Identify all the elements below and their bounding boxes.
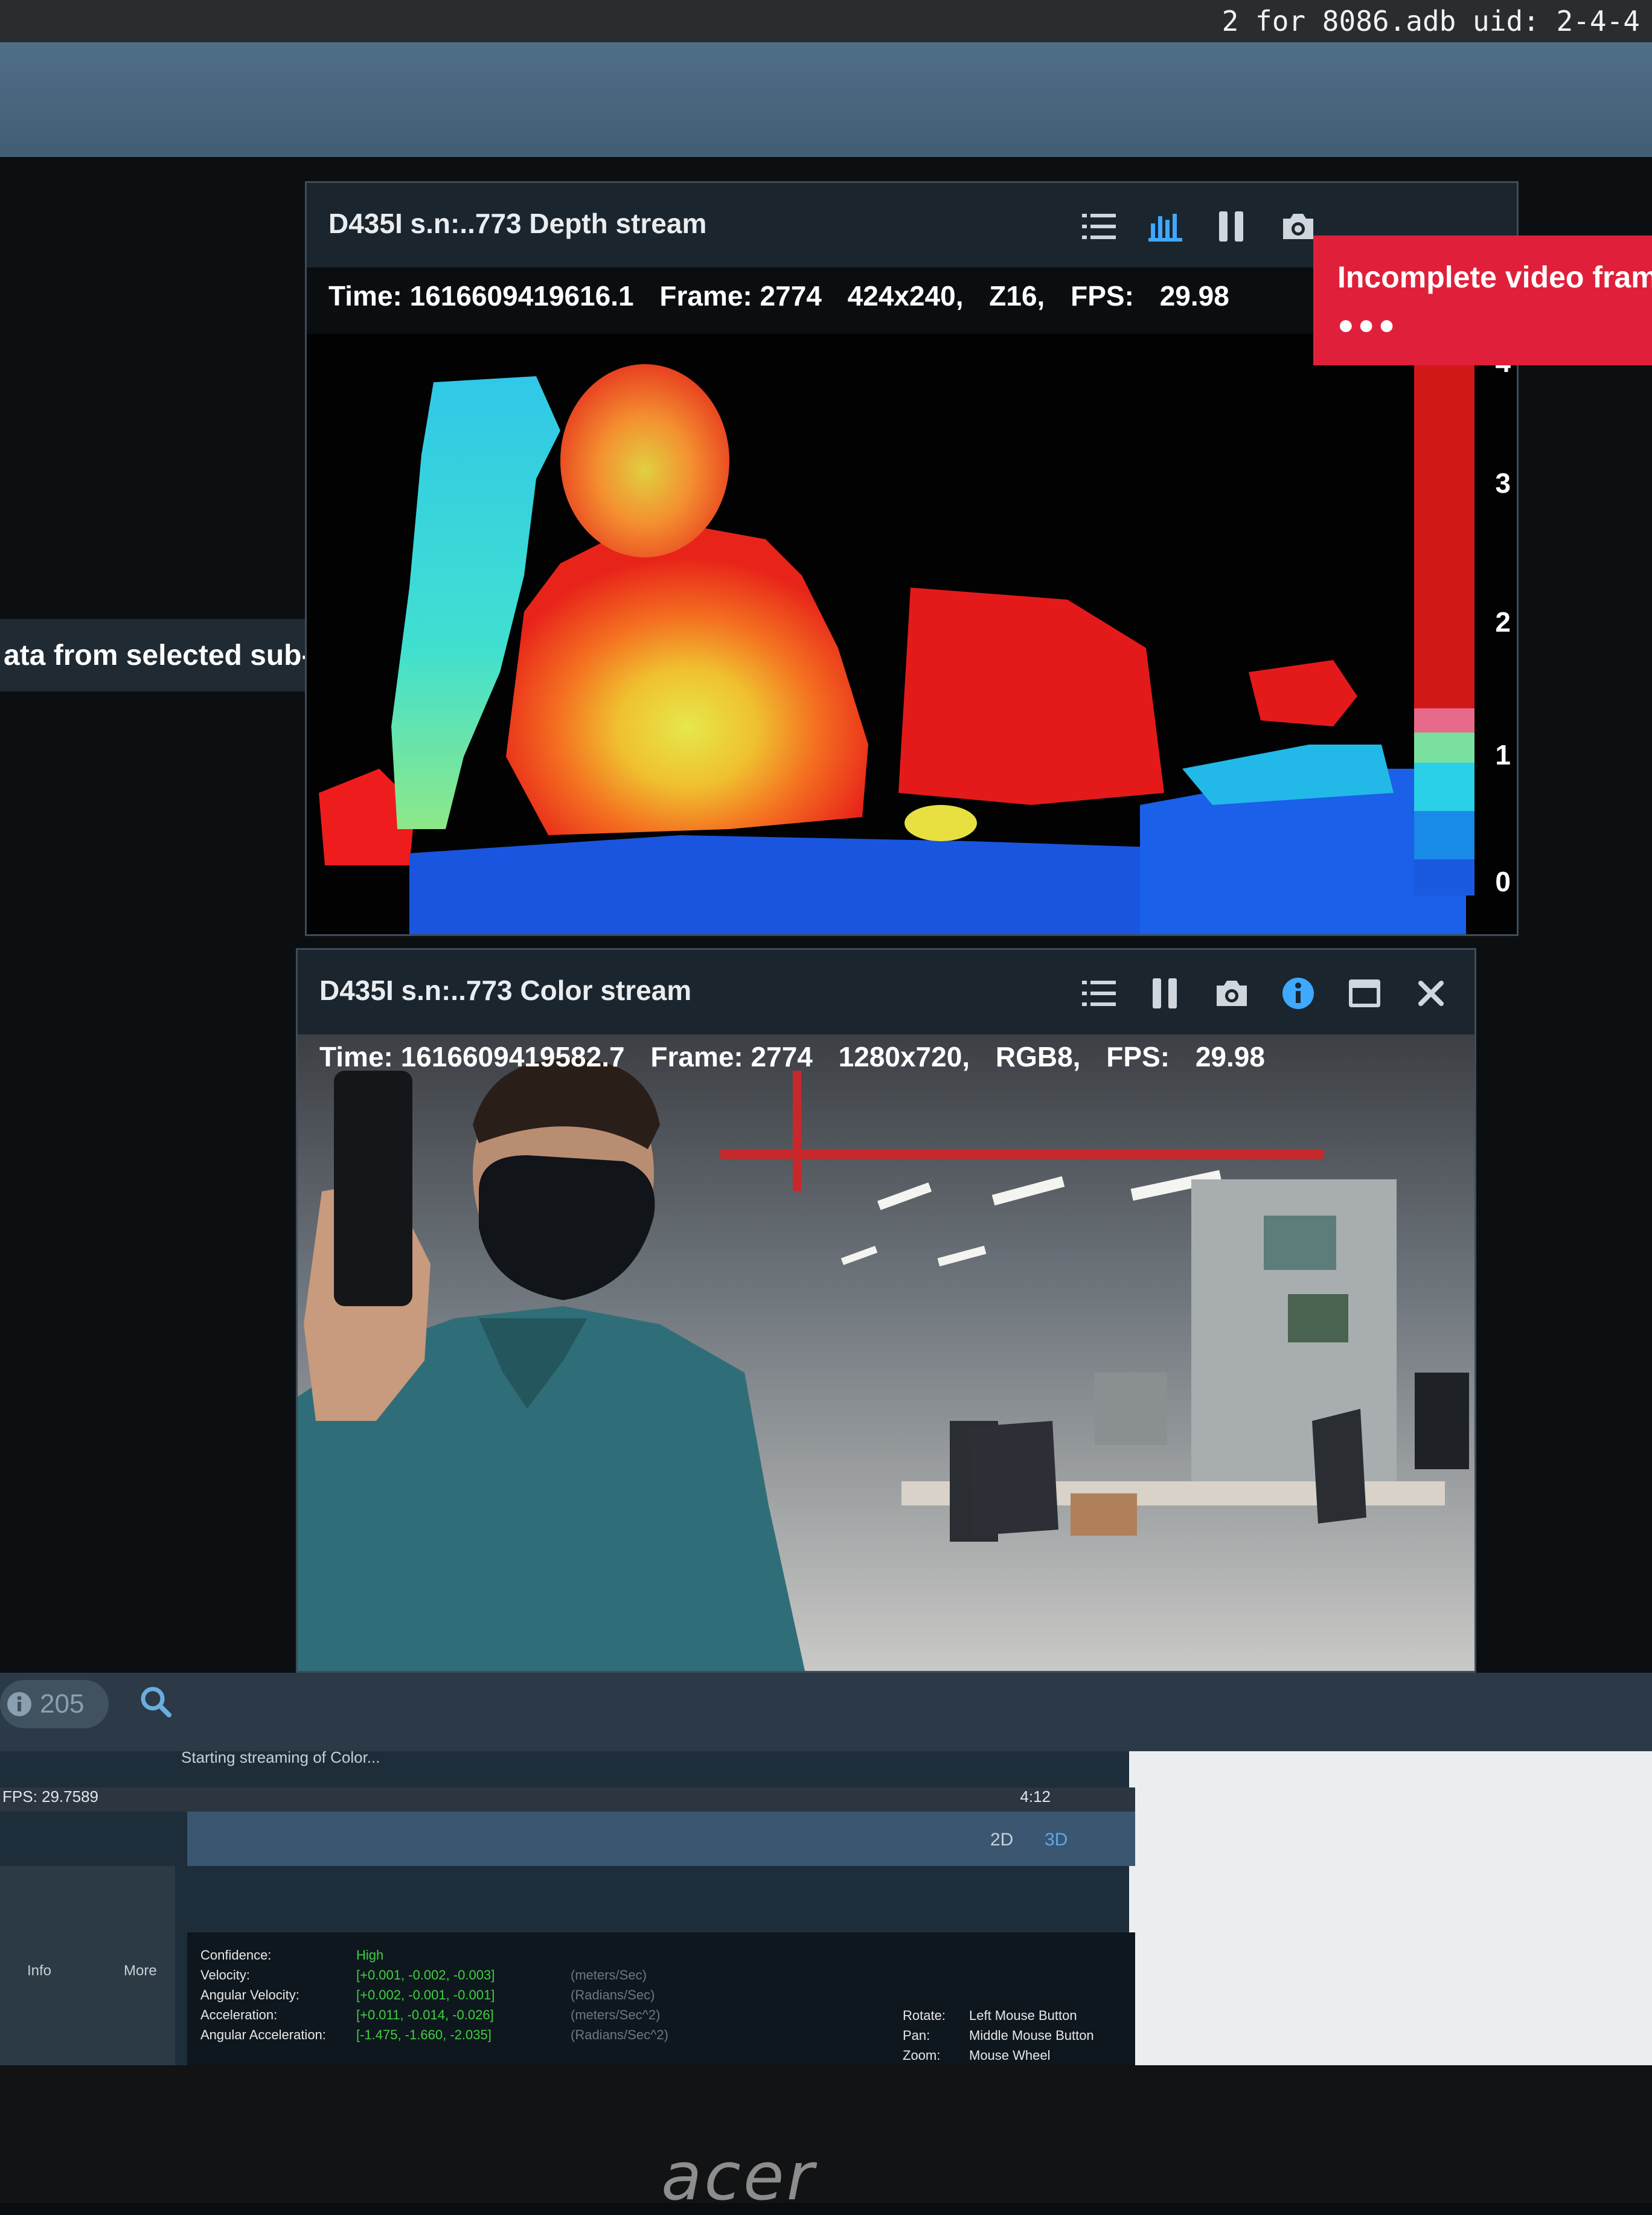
stat-value: [+0.002, -0.001, -0.001]: [356, 1987, 495, 2002]
colorbar-tick: 3: [1495, 467, 1511, 499]
color-fps-label: FPS:: [1106, 1041, 1170, 1072]
stat-unit: (meters/Sec): [571, 1967, 647, 1983]
stat-unit: (Radians/Sec): [571, 1987, 655, 2002]
list-icon[interactable]: [1080, 207, 1118, 246]
toast-message: Incomplete video fram: [1337, 260, 1652, 294]
colorbar-tick: 0: [1495, 866, 1511, 897]
color-camera-frame: [298, 1034, 1474, 1671]
camera-icon[interactable]: [1212, 974, 1251, 1013]
stat-value: [+0.001, -0.002, -0.003]: [356, 1967, 495, 1983]
info-icon: [7, 1692, 31, 1716]
list-icon[interactable]: [1080, 974, 1118, 1013]
colorbar-tick: 2: [1495, 606, 1511, 638]
depth-visualization: [307, 334, 1517, 934]
monitor-brand-logo: acer: [661, 2138, 816, 2215]
depth-resolution: 424x240,: [847, 280, 964, 312]
color-frame: Frame: 2774: [650, 1041, 813, 1072]
stat-value: [-1.475, -1.660, -2.035]: [356, 2027, 491, 2042]
hint-binding: Middle Mouse Button: [969, 2028, 1094, 2043]
info-icon[interactable]: [1279, 974, 1317, 1013]
color-resolution: 1280x720,: [838, 1041, 970, 1072]
background-status-bar: FPS: 29.7589 4:12: [0, 1787, 1135, 1812]
side-more-button[interactable]: More: [124, 1963, 157, 1979]
hint-action: Zoom:: [903, 2048, 941, 2063]
color-stream-info: Time: 1616609419582.7 Frame: 2774 1280x7…: [319, 1040, 1283, 1073]
pause-icon[interactable]: [1146, 974, 1185, 1013]
hint-binding: Left Mouse Button: [969, 2008, 1077, 2023]
depth-format: Z16,: [989, 280, 1045, 312]
depth-stream-toolbar: [1080, 207, 1317, 246]
color-stream-toolbar: [1080, 974, 1450, 1013]
pause-icon[interactable]: [1212, 207, 1251, 246]
depth-stream-info: Time: 1616609419616.1 Frame: 2774 424x24…: [328, 280, 1247, 312]
depth-fps-label: FPS:: [1071, 280, 1134, 312]
side-info-button[interactable]: Info: [27, 1963, 51, 1979]
stat-label: Angular Acceleration:: [200, 2027, 326, 2042]
hint-binding: Mouse Wheel: [969, 2048, 1051, 2063]
chart-icon[interactable]: [1146, 207, 1185, 246]
notification-count: 205: [40, 1689, 85, 1719]
stat-unit: (meters/Sec^2): [571, 2007, 661, 2022]
stat-unit: (Radians/Sec^2): [571, 2027, 668, 2042]
color-time: Time: 1616609419582.7: [319, 1041, 625, 1072]
tracking-stats-panel: [187, 1932, 1135, 2065]
color-fps-value: 29.98: [1195, 1041, 1265, 1072]
clock: 4:12: [1020, 1787, 1051, 1806]
colorbar-tick: 1: [1495, 739, 1511, 771]
fps-status: FPS: 29.7589: [2, 1787, 98, 1806]
color-stream-panel: D435I s.n:..773 Color stream Time: 16166…: [296, 948, 1476, 1673]
mode-2d-button[interactable]: 2D: [990, 1830, 1013, 1850]
incomplete-frames-toast[interactable]: Incomplete video fram ●●●: [1313, 236, 1652, 365]
depth-image: 4 3 2 1 0: [307, 334, 1517, 934]
depth-frame: Frame: 2774: [659, 280, 822, 312]
color-format: RGB8,: [995, 1041, 1081, 1072]
color-stream-title: D435I s.n:..773 Color stream: [319, 975, 692, 1006]
toast-more-dots[interactable]: ●●●: [1337, 308, 1398, 341]
stat-label: Confidence:: [200, 1947, 272, 1963]
log-message: Starting streaming of Color...: [181, 1748, 380, 1766]
hint-action: Rotate:: [903, 2008, 946, 2023]
color-image: Time: 1616609419582.7 Frame: 2774 1280x7…: [298, 1034, 1474, 1671]
mode-3d-button[interactable]: 3D: [1045, 1830, 1068, 1850]
stat-value: [+0.011, -0.014, -0.026]: [356, 2007, 494, 2022]
terminal-output: 2 for 8086.adb uid: 2-4-4: [0, 0, 1652, 42]
hint-action: Pan:: [903, 2028, 930, 2043]
stat-label: Angular Velocity:: [200, 1987, 299, 2002]
stat-value: High: [356, 1947, 384, 1963]
camera-icon[interactable]: [1279, 207, 1317, 246]
stat-label: Acceleration:: [200, 2007, 278, 2022]
notification-count-badge[interactable]: 205: [0, 1680, 109, 1728]
monitor-bezel: [0, 2065, 1652, 2203]
terminal-text: 2 for 8086.adb uid: 2-4-4: [1221, 5, 1640, 37]
color-stream-header: D435I s.n:..773 Color stream: [298, 950, 1474, 1034]
desktop-background: [1129, 1751, 1652, 2065]
depth-stream-title: D435I s.n:..773 Depth stream: [328, 208, 707, 239]
search-icon[interactable]: [139, 1685, 173, 1726]
depth-fps-value: 29.98: [1159, 280, 1229, 312]
stat-label: Velocity:: [200, 1967, 250, 1983]
depth-time: Time: 1616609419616.1: [328, 280, 634, 312]
close-icon[interactable]: [1412, 974, 1450, 1013]
maximize-icon[interactable]: [1345, 974, 1384, 1013]
notification-bar: [0, 1673, 1652, 1751]
